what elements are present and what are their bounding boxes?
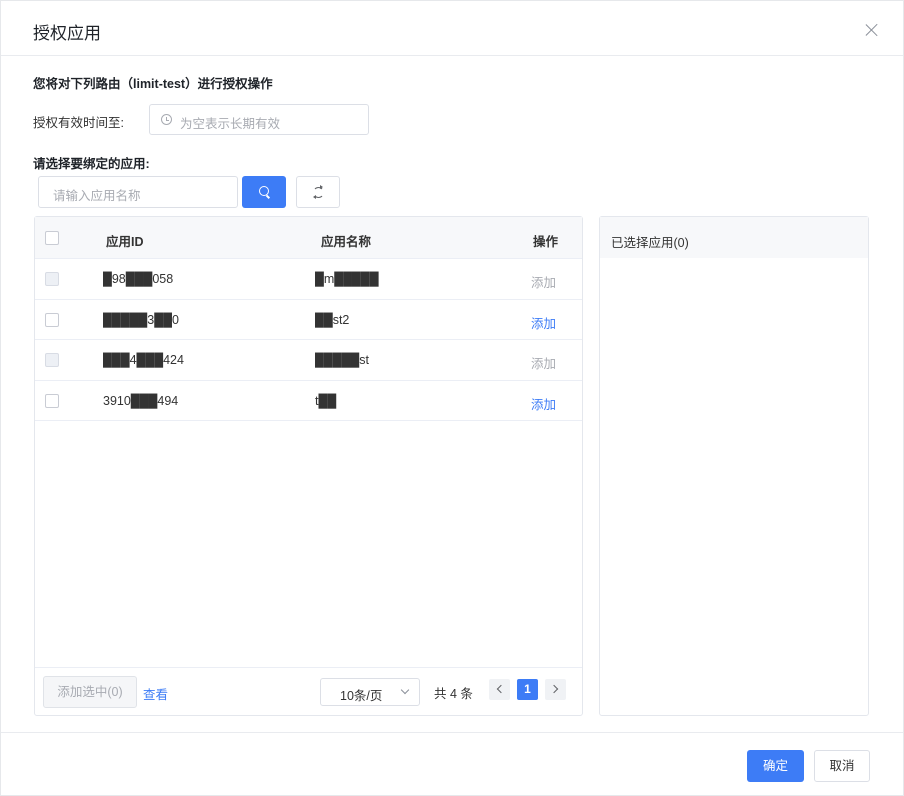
confirm-button[interactable]: 确定	[747, 750, 804, 782]
table-row: 3910███494 t██ 添加	[35, 381, 582, 421]
search-icon	[259, 186, 269, 196]
valid-until-date-picker[interactable]: 为空表示长期有效	[149, 104, 369, 135]
dialog-header: 授权应用	[1, 1, 903, 56]
dialog-title: 授权应用	[33, 24, 101, 43]
app-id-cell: ███4███424	[103, 353, 184, 367]
table-row: █98███058 █m█████ 添加	[35, 259, 582, 300]
selected-apps-panel: 已选择应用(0)	[599, 216, 869, 716]
cancel-button[interactable]: 取消	[814, 750, 870, 782]
search-button[interactable]	[242, 176, 286, 208]
app-id-cell: █98███058	[103, 272, 174, 286]
page-size-value: 10条/页	[340, 689, 383, 703]
row-checkbox	[45, 272, 59, 286]
select-app-label: 请选择要绑定的应用:	[33, 157, 150, 171]
app-id-cell: 3910███494	[103, 393, 179, 408]
app-name-cell: t██	[315, 393, 337, 408]
view-link[interactable]: 查看	[143, 684, 168, 703]
current-page-button[interactable]: 1	[517, 679, 538, 700]
row-checkbox[interactable]	[45, 393, 59, 408]
add-action-link: 添加	[531, 276, 557, 290]
table-row: ███4███424 █████st 添加	[35, 340, 582, 381]
dialog-footer: 确定 取消	[1, 732, 903, 796]
clock-icon	[161, 114, 172, 125]
refresh-icon	[313, 185, 324, 199]
total-count: 共 4 条	[434, 687, 473, 701]
add-selected-button: 添加选中(0)	[43, 676, 137, 708]
app-name-cell: █m█████	[315, 272, 379, 286]
prev-page-button[interactable]	[489, 679, 510, 700]
add-action-link[interactable]: 添加	[531, 313, 556, 332]
add-action-link: 添加	[531, 357, 557, 371]
authorize-app-dialog: 授权应用 您将对下列路由（limit-test）进行授权操作 授权有效时间至: …	[0, 0, 904, 796]
valid-until-label: 授权有效时间至:	[33, 116, 124, 130]
row-checkbox	[45, 353, 59, 367]
refresh-button[interactable]	[296, 176, 340, 208]
next-page-button[interactable]	[545, 679, 566, 700]
search-placeholder: 请输入应用名称	[53, 189, 141, 203]
add-action-link[interactable]: 添加	[531, 394, 556, 413]
app-name-cell: █████st	[315, 353, 370, 367]
app-table-panel: 应用ID 应用名称 操作 █98███058 █m█████ 添加 █████3…	[34, 216, 583, 716]
page-size-select[interactable]: 10条/页	[320, 678, 420, 706]
table-row: █████3██0 ██st2 添加	[35, 300, 582, 340]
valid-until-placeholder: 为空表示长期有效	[180, 117, 281, 131]
select-all-checkbox[interactable]	[45, 231, 59, 245]
row-checkbox[interactable]	[45, 312, 59, 327]
selected-apps-header: 已选择应用(0)	[600, 217, 868, 258]
chevron-down-icon	[400, 685, 410, 695]
column-header-app-id: 应用ID	[106, 235, 144, 249]
selected-apps-title: 已选择应用(0)	[611, 236, 689, 250]
authorize-description: 您将对下列路由（limit-test）进行授权操作	[33, 77, 273, 91]
close-icon[interactable]	[865, 23, 879, 37]
app-name-search-input[interactable]: 请输入应用名称	[38, 176, 238, 208]
column-header-action: 操作	[533, 235, 559, 249]
table-footer: 添加选中(0) 查看 10条/页 共 4 条 1	[35, 667, 582, 715]
app-name-cell: ██st2	[315, 312, 350, 327]
app-id-cell: █████3██0	[103, 312, 179, 327]
column-header-app-name: 应用名称	[321, 235, 372, 249]
table-header: 应用ID 应用名称 操作	[35, 217, 582, 259]
